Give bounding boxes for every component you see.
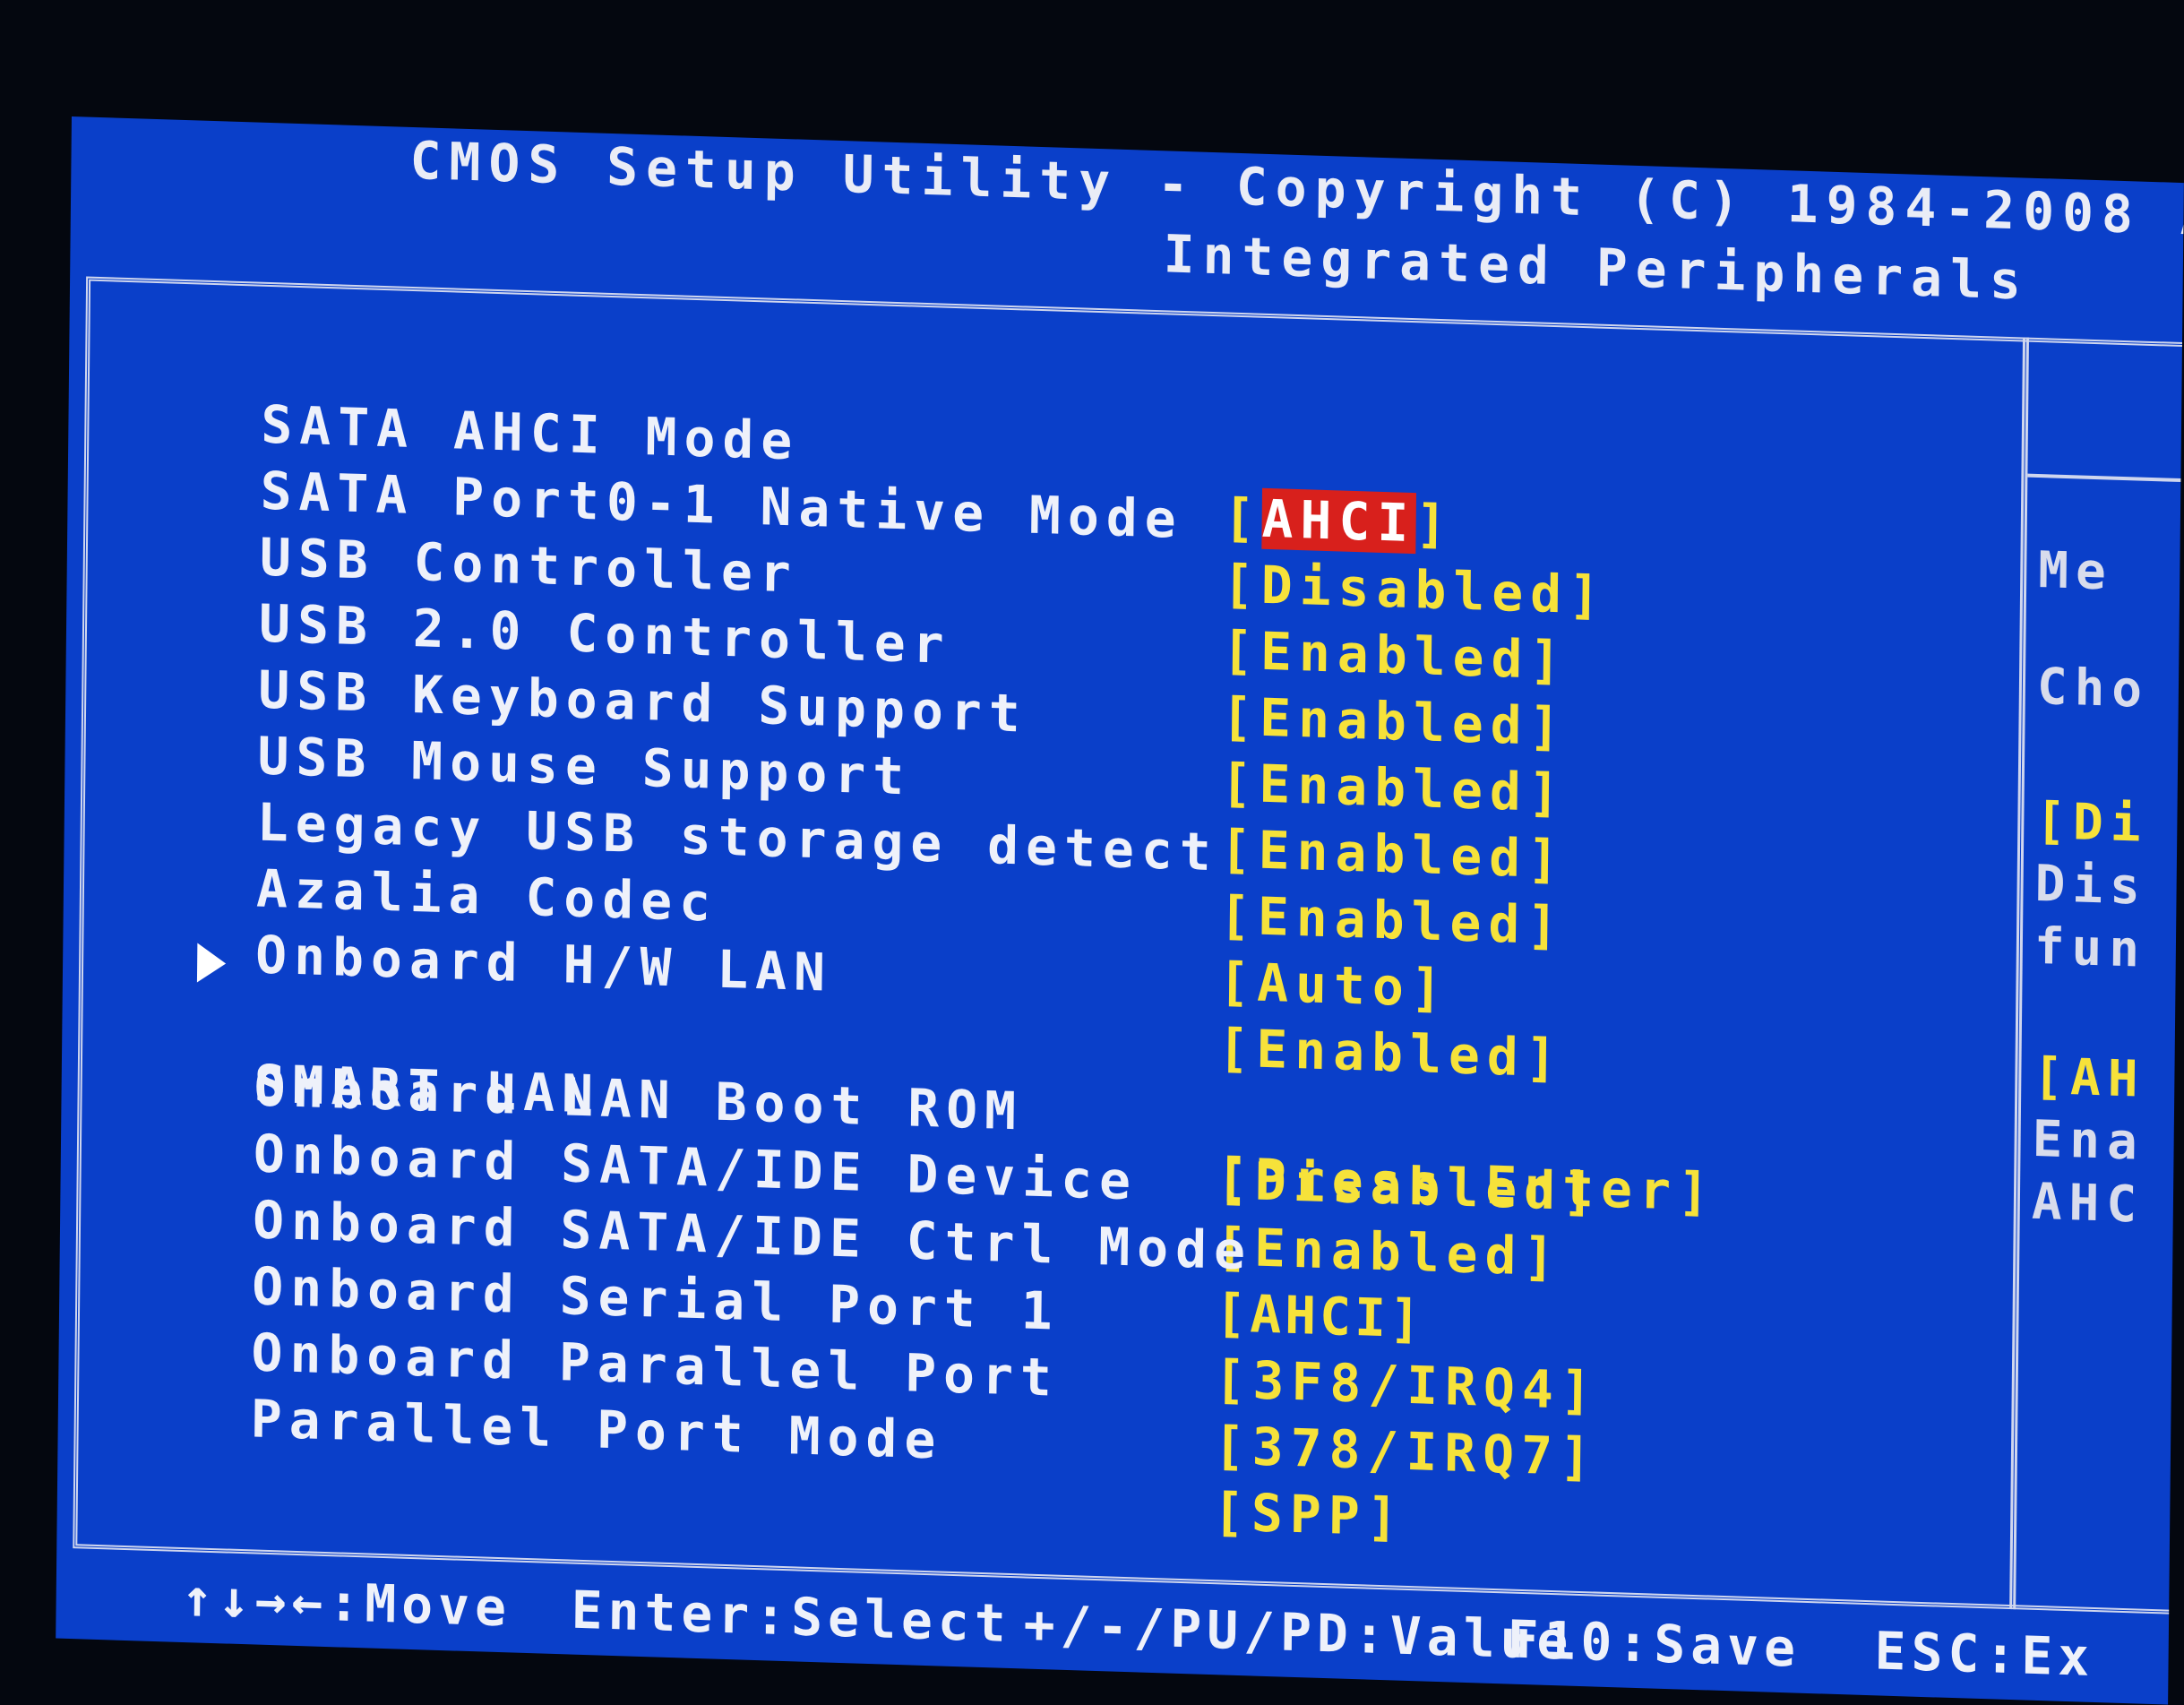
key-hint-move: ↑↓→←:Move <box>181 1566 512 1639</box>
help-line: AHC <box>2031 1172 2145 1235</box>
help-line: [Di <box>2035 791 2148 854</box>
bios-screen: CMOS Setup Utility - Copyright (C) 1984-… <box>56 116 2184 1705</box>
key-hint-value: +/-/PU/PD:Value <box>1023 1593 1574 1672</box>
key-hint-save: F10:Save <box>1507 1608 1801 1679</box>
help-line: fun <box>2034 917 2147 979</box>
help-line: Me <box>2037 541 2114 602</box>
key-hint-exit: ESC:Ex <box>1874 1620 2095 1689</box>
key-hint-select: Enter:Select <box>571 1579 1012 1655</box>
page-subtitle: Integrated Peripherals <box>1163 223 2030 312</box>
submenu-arrow-icon <box>196 943 227 984</box>
setting-value[interactable]: [SPP] <box>1213 1480 1406 1549</box>
help-line: Ena <box>2032 1109 2145 1172</box>
help-line: Dis <box>2034 854 2148 917</box>
help-line: Cho <box>2036 657 2150 719</box>
help-line: [AH <box>2033 1046 2145 1109</box>
